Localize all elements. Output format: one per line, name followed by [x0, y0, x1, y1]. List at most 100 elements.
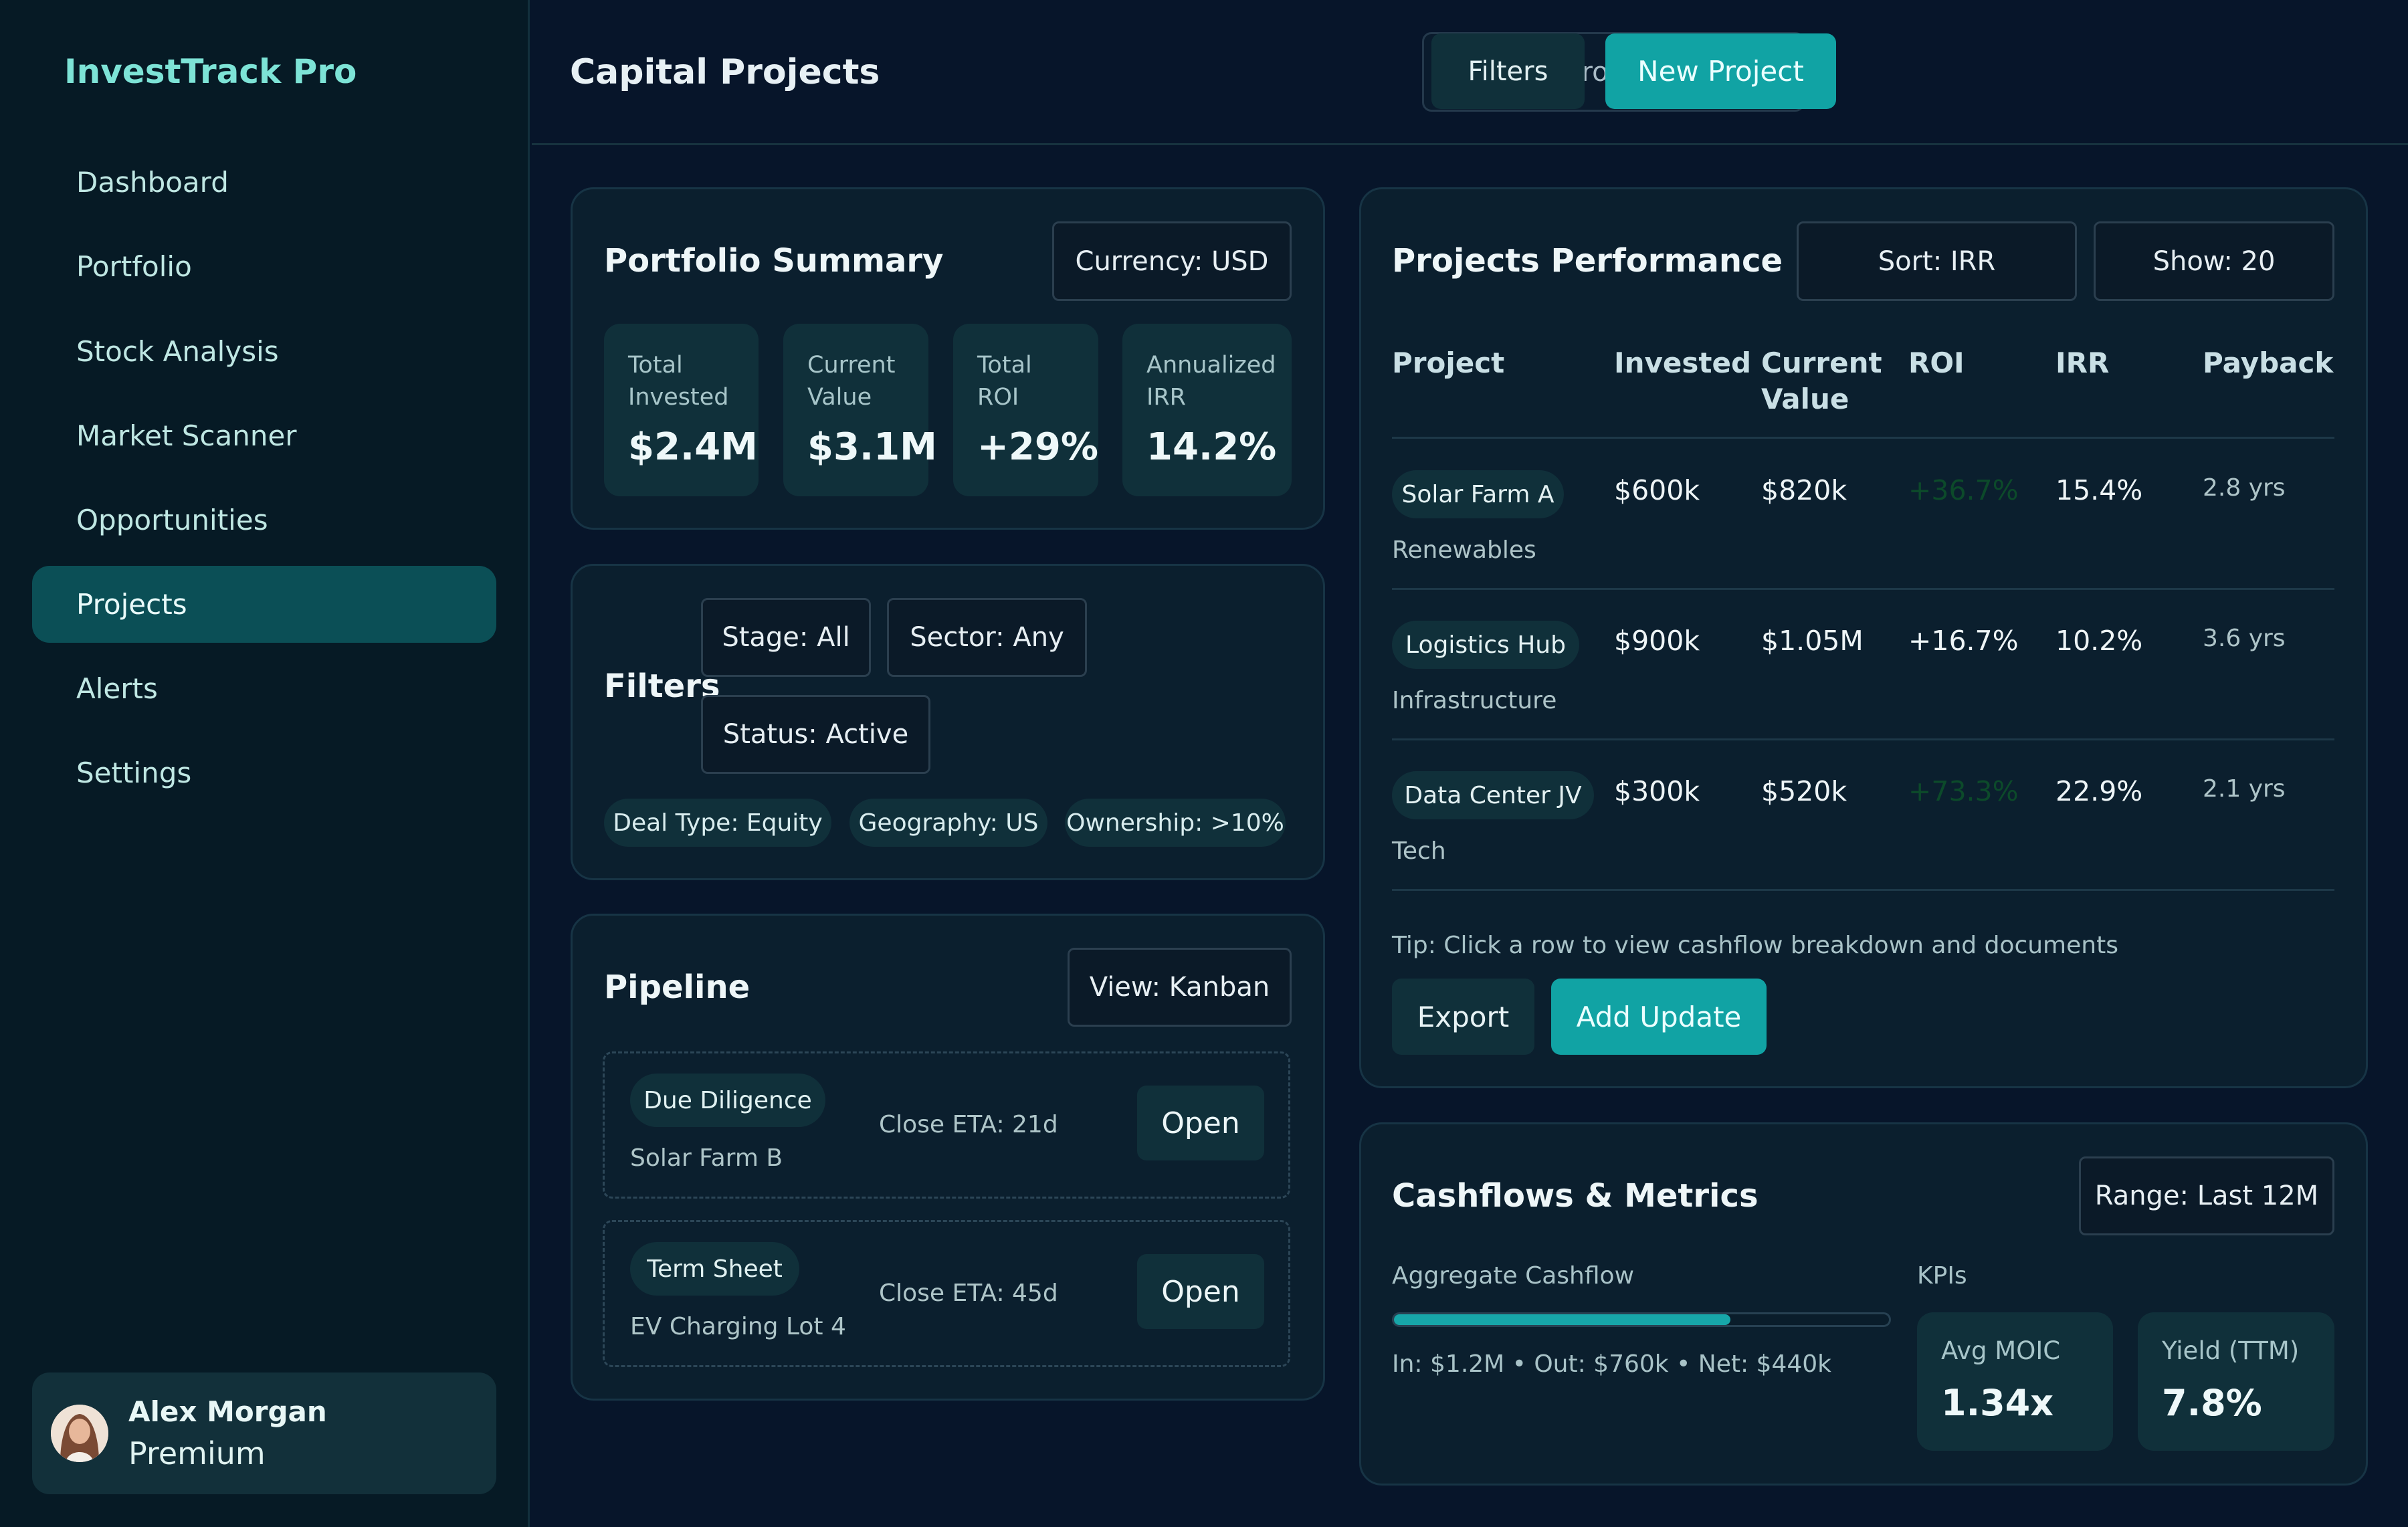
pipeline-eta: Close ETA: 45d: [879, 1280, 1058, 1307]
cell-current-value: $520k: [1761, 775, 1847, 807]
kpi-avg-moic: Avg MOIC 1.34x: [1917, 1312, 2113, 1451]
filter-chip-ownership[interactable]: Ownership: >10%: [1065, 799, 1286, 847]
stage-tag: Due Diligence: [630, 1074, 825, 1127]
project-tag[interactable]: Data Center JV: [1392, 771, 1594, 819]
cell-invested: $900k: [1614, 625, 1700, 657]
kpi-value: 7.8%: [2162, 1382, 2262, 1424]
range-select[interactable]: Range: Last 12M: [2079, 1156, 2334, 1235]
pipeline-project-name: EV Charging Lot 4: [630, 1313, 846, 1340]
cell-irr: 10.2%: [2055, 625, 2143, 657]
export-button[interactable]: Export: [1392, 979, 1534, 1055]
column-header-line: Current: [1761, 346, 1882, 379]
stat-total-roi: Total ROI +29%: [953, 324, 1098, 496]
project-sector: Infrastructure: [1392, 687, 1557, 714]
column-header-roi[interactable]: ROI: [1908, 345, 1965, 381]
stat-label-line: IRR: [1146, 384, 1186, 411]
stat-value: $3.1M: [807, 425, 937, 469]
user-name: Alex Morgan: [128, 1395, 327, 1428]
sidebar-item-settings[interactable]: Settings: [32, 734, 496, 811]
stat-label-line: Value: [807, 384, 872, 411]
project-tag[interactable]: Solar Farm A: [1392, 470, 1564, 518]
column-header-project[interactable]: Project: [1392, 345, 1504, 381]
new-project-button[interactable]: New Project: [1605, 33, 1836, 109]
user-card[interactable]: Alex Morgan Premium: [32, 1372, 496, 1494]
cell-roi: +16.7%: [1908, 625, 2019, 657]
sidebar-item-portfolio[interactable]: Portfolio: [32, 228, 496, 305]
pipeline-eta: Close ETA: 21d: [879, 1111, 1058, 1138]
open-button[interactable]: Open: [1137, 1086, 1264, 1160]
table-tip: Tip: Click a row to view cashflow breakd…: [1392, 932, 2118, 959]
filters-button[interactable]: Filters: [1431, 33, 1585, 109]
stat-value: +29%: [977, 425, 1098, 469]
stage-tag: Term Sheet: [630, 1242, 799, 1296]
kpis-label: KPIs: [1917, 1262, 1967, 1290]
sidebar-item-alerts[interactable]: Alerts: [32, 650, 496, 727]
kpi-value: 1.34x: [1941, 1382, 2054, 1424]
cell-irr: 22.9%: [2055, 775, 2143, 807]
filter-chip-geography[interactable]: Geography: US: [849, 799, 1047, 847]
cell-invested: $600k: [1614, 474, 1700, 506]
cashflows-title: Cashflows & Metrics: [1392, 1177, 1759, 1215]
stat-value: 14.2%: [1146, 425, 1277, 469]
column-header-invested[interactable]: Invested: [1614, 345, 1751, 381]
cell-current-value: $820k: [1761, 474, 1847, 506]
project-sector: Renewables: [1392, 536, 1536, 564]
aggregate-cashflow-label: Aggregate Cashflow: [1392, 1262, 1635, 1290]
page-header: Capital Projects Filters New Project: [532, 0, 2408, 145]
sidebar-item-market-scanner[interactable]: Market Scanner: [32, 397, 496, 474]
status-select[interactable]: Status: Active: [701, 695, 930, 774]
projects-performance-title: Projects Performance: [1392, 242, 1783, 280]
cell-invested: $300k: [1614, 775, 1700, 807]
stage-select[interactable]: Stage: All: [701, 598, 871, 677]
cell-payback: 2.1 yrs: [2203, 775, 2286, 803]
sort-select[interactable]: Sort: IRR: [1797, 221, 2077, 301]
app-brand: InvestTrack Pro: [64, 52, 357, 91]
sidebar-item-opportunities[interactable]: Opportunities: [32, 482, 496, 558]
project-tag[interactable]: Logistics Hub: [1392, 621, 1579, 669]
kpi-yield: Yield (TTM) 7.8%: [2138, 1312, 2334, 1451]
cell-current-value: $1.05M: [1761, 625, 1864, 657]
table-divider: [1392, 889, 2334, 891]
table-divider: [1392, 738, 2334, 740]
stat-current-value: Current Value $3.1M: [783, 324, 937, 496]
cell-payback: 2.8 yrs: [2203, 474, 2286, 502]
currency-select[interactable]: Currency: USD: [1052, 221, 1292, 301]
cell-irr: 15.4%: [2055, 474, 2143, 506]
stat-label-line: Invested: [628, 384, 729, 411]
page-title: Capital Projects: [570, 52, 880, 92]
stat-total-invested: Total Invested $2.4M: [604, 324, 759, 496]
pipeline-item[interactable]: Term Sheet EV Charging Lot 4 Close ETA: …: [603, 1220, 1290, 1367]
sidebar-item-projects[interactable]: Projects: [32, 566, 496, 643]
sector-select[interactable]: Sector: Any: [887, 598, 1087, 677]
add-update-button[interactable]: Add Update: [1551, 979, 1767, 1055]
project-sector: Tech: [1392, 837, 1446, 865]
portfolio-summary-title: Portfolio Summary: [604, 242, 944, 280]
stat-value: $2.4M: [628, 425, 758, 469]
column-header-payback[interactable]: Payback: [2203, 345, 2333, 381]
stat-annualized-irr: Annualized IRR 14.2%: [1122, 324, 1292, 496]
sidebar-item-dashboard[interactable]: Dashboard: [32, 144, 496, 221]
table-divider: [1392, 588, 2334, 590]
stat-label-line: Total: [977, 352, 1032, 379]
column-header-line: Value: [1761, 383, 1849, 415]
stat-label-line: ROI: [977, 384, 1019, 411]
pipeline-title: Pipeline: [604, 969, 750, 1006]
view-select[interactable]: View: Kanban: [1068, 948, 1292, 1027]
column-header-irr[interactable]: IRR: [2055, 345, 2109, 381]
aggregate-cashflow-bar: [1392, 1312, 1891, 1327]
user-plan: Premium: [128, 1435, 266, 1471]
sidebar: InvestTrack Pro Dashboard Portfolio Stoc…: [0, 0, 530, 1527]
cell-payback: 3.6 yrs: [2203, 625, 2286, 652]
table-divider: [1392, 437, 2334, 439]
stat-label-line: Total: [628, 352, 683, 379]
sidebar-item-stock-analysis[interactable]: Stock Analysis: [32, 313, 496, 390]
kpi-label: Yield (TTM): [2162, 1336, 2300, 1365]
stat-label-line: Current: [807, 352, 896, 379]
pipeline-project-name: Solar Farm B: [630, 1144, 783, 1172]
pipeline-item[interactable]: Due Diligence Solar Farm B Close ETA: 21…: [603, 1051, 1290, 1199]
kpi-label: Avg MOIC: [1941, 1336, 2061, 1365]
show-select[interactable]: Show: 20: [2094, 221, 2334, 301]
open-button[interactable]: Open: [1137, 1254, 1264, 1329]
column-header-current-value[interactable]: Current Value: [1761, 345, 1882, 417]
filter-chip-deal-type[interactable]: Deal Type: Equity: [604, 799, 831, 847]
